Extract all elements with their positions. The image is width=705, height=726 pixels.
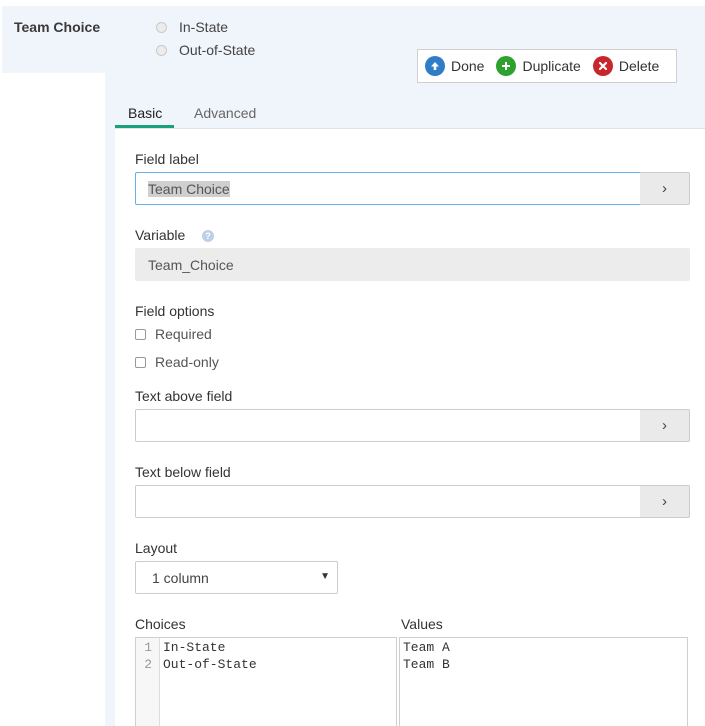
duplicate-button[interactable]: Duplicate (496, 56, 581, 76)
delete-button[interactable]: Delete (592, 56, 660, 76)
required-checkbox[interactable] (135, 328, 146, 340)
delete-label: Delete (618, 58, 660, 74)
tab-basic[interactable]: Basic (128, 105, 162, 121)
radio-circle[interactable] (156, 21, 167, 33)
duplicate-label: Duplicate (522, 58, 581, 74)
field-label-input[interactable]: Team Choice (135, 172, 641, 205)
field-options-heading: Field options (135, 303, 215, 319)
choice-line: In-State (163, 640, 226, 655)
tab-advanced[interactable]: Advanced (194, 105, 256, 121)
question-icon[interactable]: ? (202, 230, 214, 242)
arrow-up-circle-icon (425, 56, 445, 76)
preview-field-title: Team Choice (14, 19, 101, 35)
editor-left-strip (105, 128, 115, 726)
field-label-value: Team Choice (148, 180, 230, 197)
variable-field: Team_Choice (135, 248, 690, 281)
chevron-right-icon: › (662, 493, 667, 510)
required-label: Required (155, 326, 212, 342)
chevron-right-icon: › (662, 180, 667, 197)
choice-line: Out-of-State (163, 657, 257, 672)
chevron-right-icon: › (662, 417, 667, 434)
done-label: Done (451, 58, 485, 74)
read-only-label: Read-only (155, 354, 219, 370)
radio-label: In-State (179, 19, 229, 35)
x-circle-icon (592, 56, 613, 76)
layout-heading: Layout (135, 540, 178, 556)
variable-heading: Variable (135, 227, 186, 243)
text-below-heading: Text below field (135, 464, 231, 480)
read-only-checkbox[interactable] (135, 356, 146, 368)
done-button[interactable]: Done (425, 56, 484, 76)
caret-down-icon: ▼ (320, 571, 330, 582)
value-line: Team A (403, 640, 450, 655)
read-only-option[interactable]: Read-only (135, 353, 219, 371)
value-line: Team B (403, 657, 450, 672)
preview-radio-out-of-state[interactable]: Out-of-State (156, 41, 255, 59)
plus-circle-icon (496, 56, 517, 76)
layout-selected-value: 1 column (152, 569, 209, 586)
line-number: 2 (144, 657, 152, 672)
line-number: 1 (144, 640, 152, 655)
required-option[interactable]: Required (135, 325, 212, 343)
tab-divider (115, 128, 705, 129)
text-below-expand-button[interactable]: › (640, 485, 690, 518)
choices-heading: Choices (135, 616, 186, 632)
field-label-heading: Field label (135, 151, 199, 167)
choices-editor[interactable]: 1 2 In-State Out-of-State (135, 637, 397, 726)
text-above-expand-button[interactable]: › (640, 409, 690, 442)
radio-circle[interactable] (156, 44, 167, 56)
field-label-expand-button[interactable]: › (640, 172, 690, 205)
values-heading: Values (401, 616, 443, 632)
layout-select[interactable]: 1 column ▼ (135, 561, 338, 594)
preview-radio-in-state[interactable]: In-State (156, 18, 228, 36)
text-above-input[interactable] (135, 409, 641, 442)
text-above-heading: Text above field (135, 388, 233, 404)
values-editor[interactable]: Team A Team B (399, 637, 688, 726)
radio-label: Out-of-State (179, 42, 256, 58)
text-below-input[interactable] (135, 485, 641, 518)
field-toolbar: Done Duplicate Delete (417, 49, 677, 83)
